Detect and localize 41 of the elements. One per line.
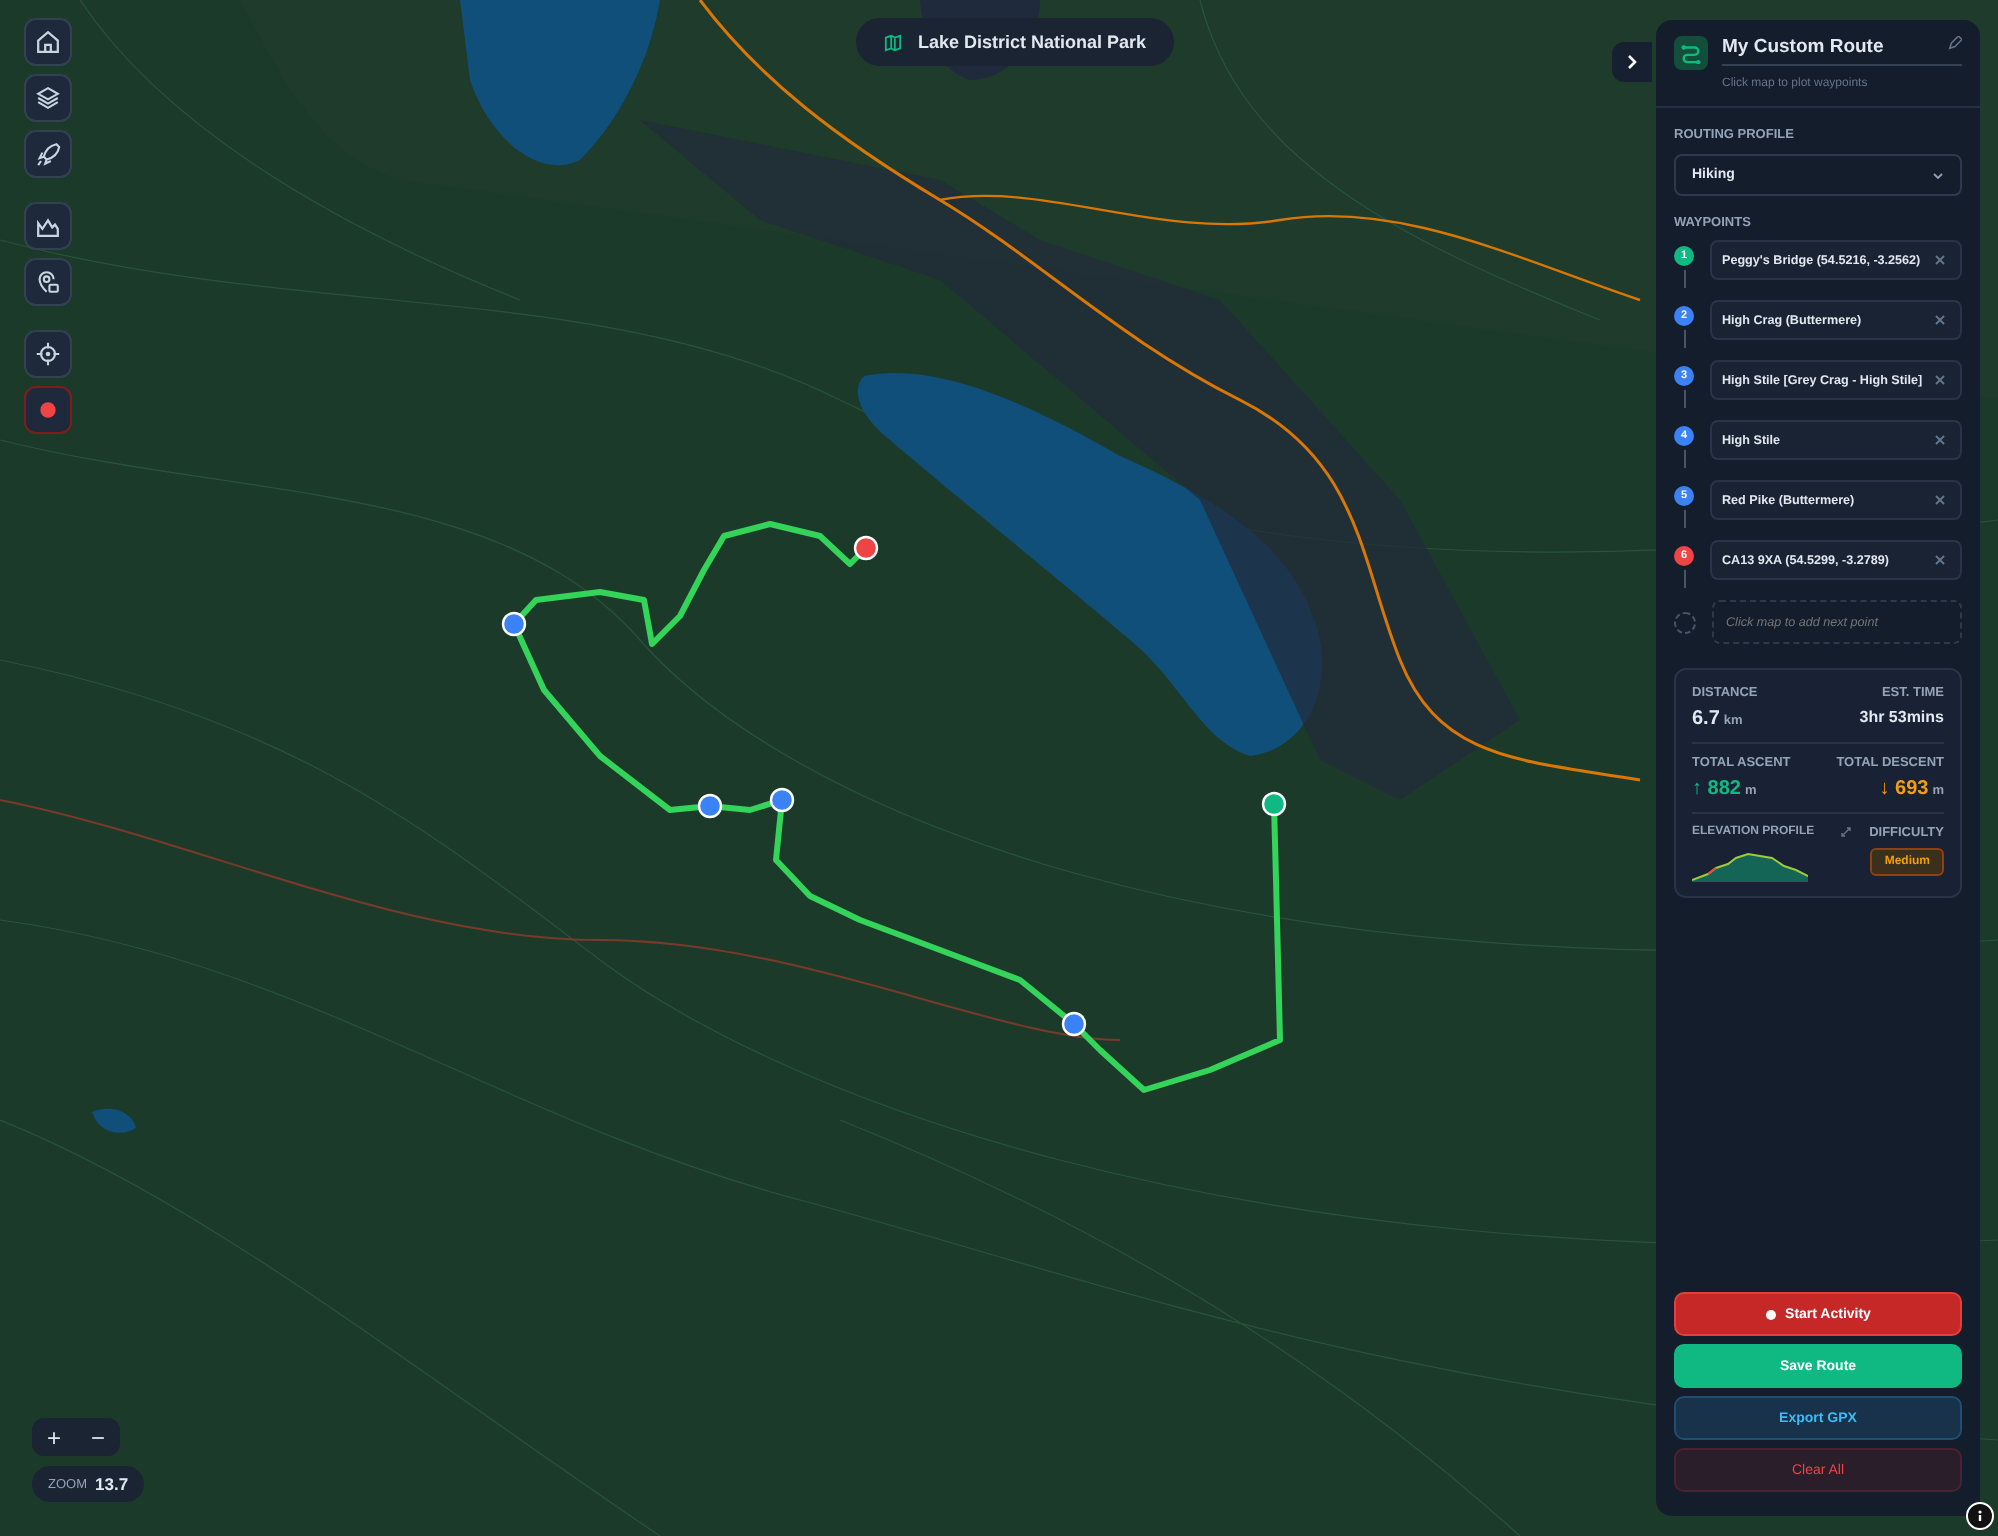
zoom-in-button[interactable]: + xyxy=(32,1418,76,1456)
map-tool-button[interactable] xyxy=(24,258,72,306)
chevron-down-icon xyxy=(1932,171,1944,179)
collapse-panel-button[interactable] xyxy=(1612,42,1652,82)
waypoint-marker[interactable] xyxy=(853,535,879,561)
map-tool-button[interactable] xyxy=(24,74,72,122)
waypoint-marker[interactable] xyxy=(501,611,527,637)
waypoint-marker[interactable] xyxy=(769,787,795,813)
record-dot-icon xyxy=(34,396,62,424)
map-tool-button[interactable] xyxy=(24,130,72,178)
route-name[interactable]: My Custom Route xyxy=(1722,36,1884,58)
map-tool-button[interactable] xyxy=(24,330,72,378)
remove-icon[interactable] xyxy=(1934,374,1946,386)
layers-icon xyxy=(34,84,62,112)
map-icon xyxy=(884,33,902,51)
map-tool-button[interactable] xyxy=(24,202,72,250)
crosshair-icon xyxy=(34,340,62,368)
chevron-right-icon xyxy=(1624,54,1640,70)
record-button[interactable] xyxy=(24,386,72,434)
map-title-text: Lake District National Park xyxy=(918,32,1147,52)
time-value: 3hr 53mins xyxy=(1859,708,1944,726)
waypoint-marker[interactable] xyxy=(697,793,723,819)
location-pin-icon xyxy=(34,268,62,296)
rocket-icon xyxy=(34,140,62,168)
zoom-value: 13.7 xyxy=(95,1474,129,1494)
edit-icon[interactable] xyxy=(1948,36,1962,50)
expand-icon[interactable] xyxy=(1840,826,1852,838)
record-dot-icon xyxy=(1765,1309,1776,1319)
remove-icon[interactable] xyxy=(1934,254,1946,266)
map-tool-button[interactable] xyxy=(24,18,72,66)
route-logo-icon xyxy=(1674,36,1708,70)
zoom-out-button[interactable]: − xyxy=(76,1418,120,1456)
empty-waypoint-icon xyxy=(1674,612,1696,634)
remove-icon[interactable] xyxy=(1934,494,1946,506)
remove-icon[interactable] xyxy=(1934,554,1946,566)
remove-icon[interactable] xyxy=(1934,434,1946,446)
waypoint-marker[interactable] xyxy=(1061,1011,1087,1037)
waypoint-marker[interactable] xyxy=(1261,791,1287,817)
lake-drawing xyxy=(92,1108,136,1133)
remove-icon[interactable] xyxy=(1934,314,1946,326)
home-icon xyxy=(34,28,62,56)
